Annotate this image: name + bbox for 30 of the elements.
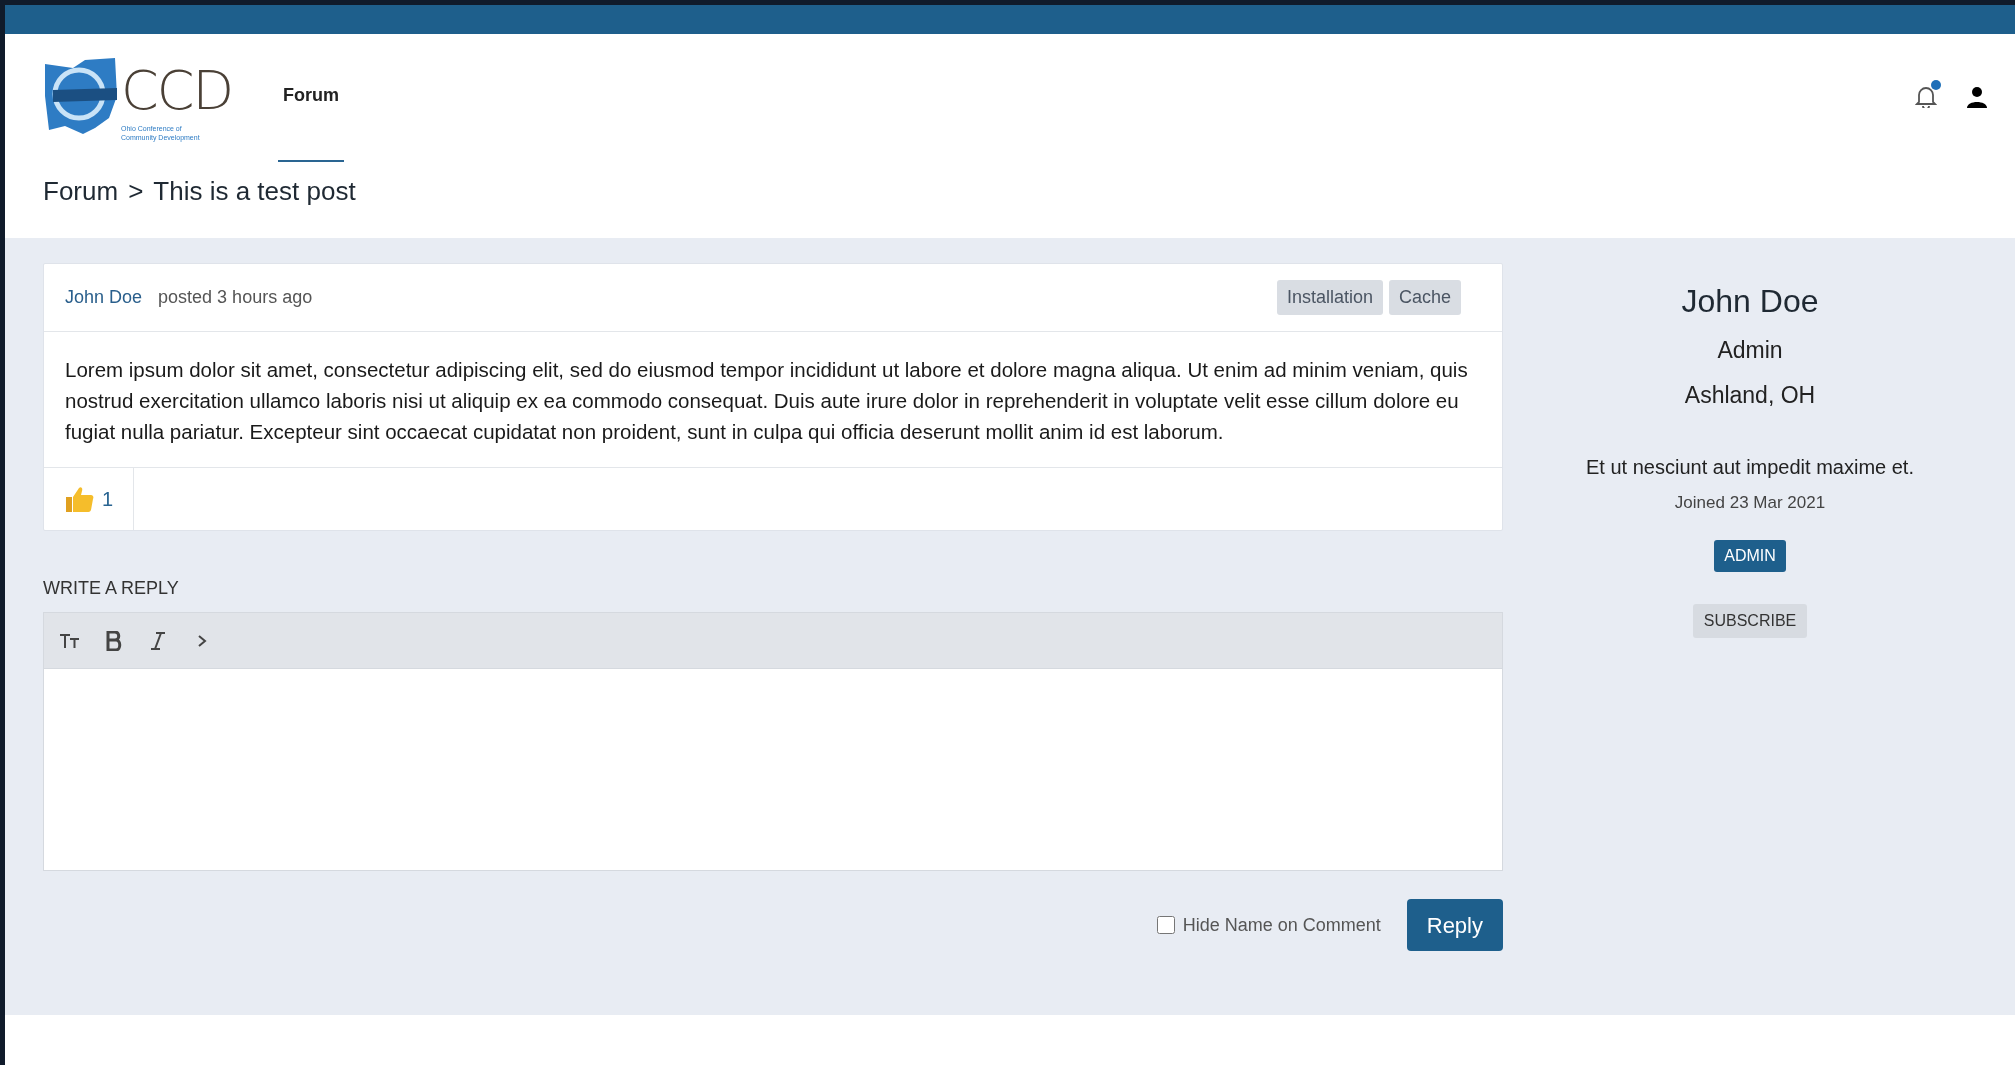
text-size-icon[interactable] — [59, 632, 81, 649]
post-meta: posted 3 hours ago — [158, 286, 313, 309]
bold-icon[interactable] — [106, 630, 122, 651]
author-link[interactable]: John Doe — [65, 284, 143, 311]
breadcrumb-link[interactable]: Forum — [43, 172, 119, 211]
profile-name: John Doe — [1681, 282, 1819, 321]
nav-tab[interactable]: Forum — [278, 34, 344, 162]
profile-role: Admin — [1717, 336, 1783, 365]
post-body: Lorem ipsum dolor sit amet, consectetur adipiscing elit, sed do eiusmod tempor incididunt ut labore et dolore magna aliqua. Ut enim ad minim veniam, quis nostrud exercitation ullamco laboris nisi ut aliquip ex ea commodo consequat. Duis aute irure dolor in reprehenderit in voluptate velit esse cillum dolore eu fugiat nulla pariatur. Excepteur sint occaecat cupidatat non proident, sunt in culpa qui officia deserunt mollit anim id est laborum. — [44, 332, 1502, 468]
breadcrumb-current: This is a test post — [153, 175, 356, 208]
role-badge: ADMIN — [1714, 539, 1786, 572]
section-heading: WRITE A REPLY — [43, 577, 180, 600]
breadcrumb-separator: > — [128, 175, 144, 208]
user-icon[interactable] — [1967, 86, 1987, 108]
hide-name-checkbox[interactable] — [1156, 916, 1175, 934]
logo-letters: CCD — [121, 64, 232, 118]
thumbs-up-icon — [64, 485, 94, 513]
chevron-right-icon[interactable] — [197, 632, 207, 649]
profile-bio: Et ut nesciunt aut impedit maxime et. — [1586, 455, 1914, 480]
tag[interactable]: Cache — [1388, 280, 1461, 315]
italic-icon[interactable] — [150, 630, 166, 651]
subscribe-button[interactable]: SUBSCRIBE — [1692, 603, 1808, 638]
bell-icon[interactable] — [1915, 84, 1937, 108]
reply-button[interactable]: Reply — [1406, 899, 1503, 951]
tag[interactable]: Installation — [1276, 280, 1383, 315]
like-button[interactable]: 1 — [44, 468, 135, 530]
profile-location: Ashland, OH — [1684, 380, 1816, 410]
join-date: Joined 23 Mar 2021 — [1674, 492, 1826, 514]
checkbox-label: Hide Name on Comment — [1182, 913, 1381, 937]
logo-drawing[interactable] — [43, 56, 119, 136]
